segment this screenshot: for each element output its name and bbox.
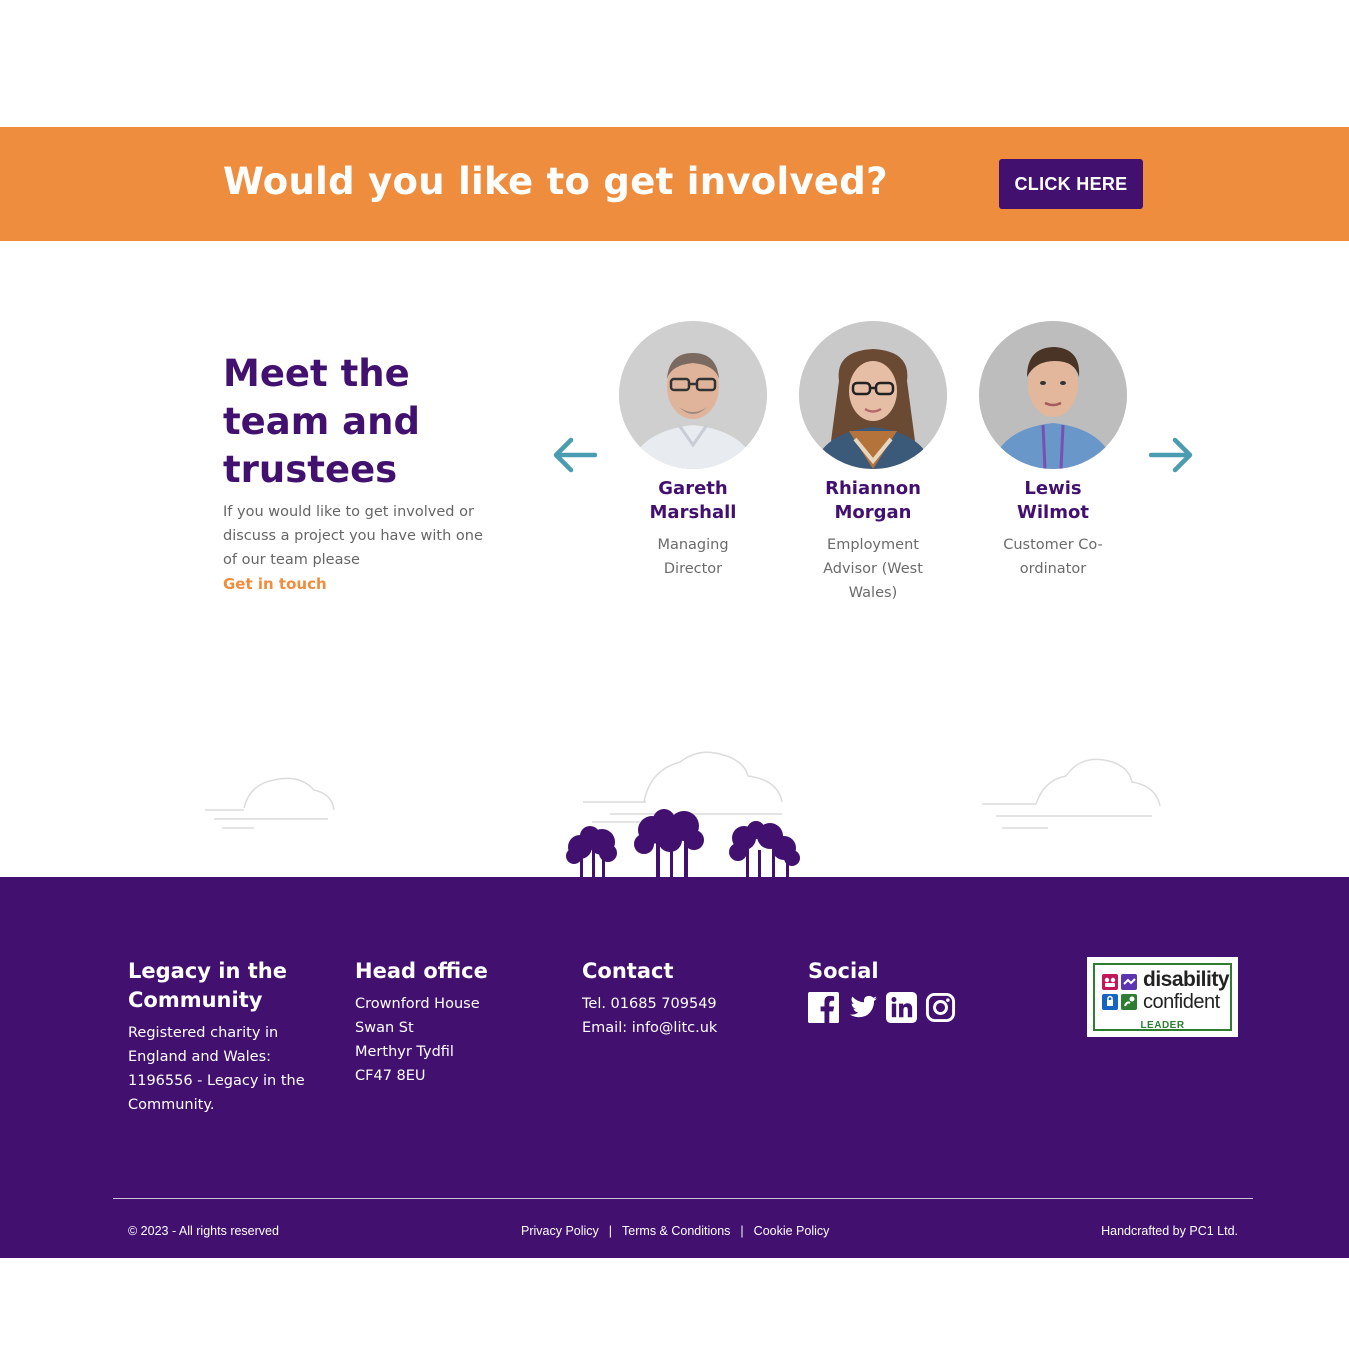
carousel-next-button[interactable] — [1149, 435, 1195, 475]
footer-head-office-title: Head office — [355, 959, 488, 983]
footer-social-title: Social — [808, 959, 879, 983]
address-line: CF47 8EU — [355, 1068, 426, 1084]
footer-head-office-column: Head office Crownford House Swan St Mert… — [355, 957, 555, 1088]
decorative-scenery — [0, 740, 1349, 880]
footer-org-column: Legacy in the Community Registered chari… — [128, 957, 318, 1117]
twitter-icon[interactable] — [847, 992, 878, 1023]
footer-org-text: Registered charity in England and Wales:… — [128, 1025, 305, 1113]
team-heading: Meet the team and trustees — [223, 352, 420, 491]
person-photo-icon — [979, 321, 1127, 469]
cookie-policy-link[interactable]: Cookie Policy — [754, 1224, 830, 1238]
social-links — [808, 992, 1008, 1023]
legal-links: Privacy Policy | Terms & Conditions | Co… — [521, 1224, 829, 1238]
contact-email[interactable]: Email: info@litc.uk — [582, 1016, 792, 1040]
site-footer: Legacy in the Community Registered chari… — [0, 877, 1349, 1258]
clouds-and-trees-illustration — [205, 751, 1161, 878]
credit-text[interactable]: Handcrafted by PC1 Ltd. — [1101, 1224, 1238, 1238]
click-here-button[interactable]: CLICK HERE — [999, 159, 1143, 209]
arrow-left-icon — [553, 437, 597, 473]
badge-line-1: disability — [1143, 968, 1230, 991]
team-member-role: Employment Advisor (West Wales) — [823, 537, 923, 601]
linkedin-icon[interactable] — [886, 992, 917, 1023]
address-line: Crownford House — [355, 996, 480, 1012]
person-photo-icon — [619, 321, 767, 469]
facebook-icon[interactable] — [808, 992, 839, 1023]
team-member-card[interactable]: Rhiannon Morgan Employment Advisor (West… — [788, 321, 958, 605]
disability-confident-badge: disability confident LEADER — [1087, 957, 1238, 1037]
footer-contact-title: Contact — [582, 959, 674, 983]
trees-icon — [566, 809, 800, 878]
team-member-name: Rhiannon Morgan — [825, 478, 921, 523]
person-photo-icon — [799, 321, 947, 469]
terms-conditions-link[interactable]: Terms & Conditions — [622, 1224, 730, 1238]
footer-divider — [113, 1198, 1253, 1199]
footer-contact-column: Contact Tel. 01685 709549 Email: info@li… — [582, 957, 792, 1040]
legal-separator: | — [740, 1224, 744, 1238]
badge-line-2: confident — [1143, 991, 1220, 1013]
badge-line-3: LEADER — [1140, 1020, 1185, 1031]
team-member-card[interactable]: Gareth Marshall Managing Director — [608, 321, 778, 581]
team-member-photo — [799, 321, 947, 469]
team-member-photo — [979, 321, 1127, 469]
carousel-prev-button[interactable] — [551, 435, 597, 475]
contact-phone[interactable]: Tel. 01685 709549 — [582, 992, 792, 1016]
team-member-role: Managing Director — [657, 537, 729, 577]
disability-confident-logo-icon — [1102, 974, 1137, 1010]
footer-social-column: Social — [808, 957, 1008, 1023]
team-member-card[interactable]: Lewis Wilmot Customer Co-ordinator — [968, 321, 1138, 581]
instagram-icon[interactable] — [925, 992, 956, 1023]
legal-separator: | — [608, 1224, 613, 1238]
privacy-policy-link[interactable]: Privacy Policy — [521, 1224, 599, 1238]
page: Would you like to get involved? CLICK HE… — [0, 0, 1349, 1349]
team-member-name: Lewis Wilmot — [1017, 478, 1089, 523]
footer-org-title: Legacy in the Community — [128, 959, 287, 1012]
get-involved-title: Would you like to get involved? — [223, 160, 888, 203]
team-member-role: Customer Co-ordinator — [1003, 537, 1103, 577]
address-line: Swan St — [355, 1020, 414, 1036]
copyright-text: © 2023 - All rights reserved — [128, 1224, 279, 1238]
team-member-photo — [619, 321, 767, 469]
team-intro-text: If you would like to get involved or dis… — [223, 504, 483, 568]
address-line: Merthyr Tydfil — [355, 1044, 454, 1060]
team-member-name: Gareth Marshall — [649, 478, 737, 523]
arrow-right-icon — [1149, 437, 1193, 473]
get-in-touch-link[interactable]: Get in touch — [223, 572, 327, 596]
